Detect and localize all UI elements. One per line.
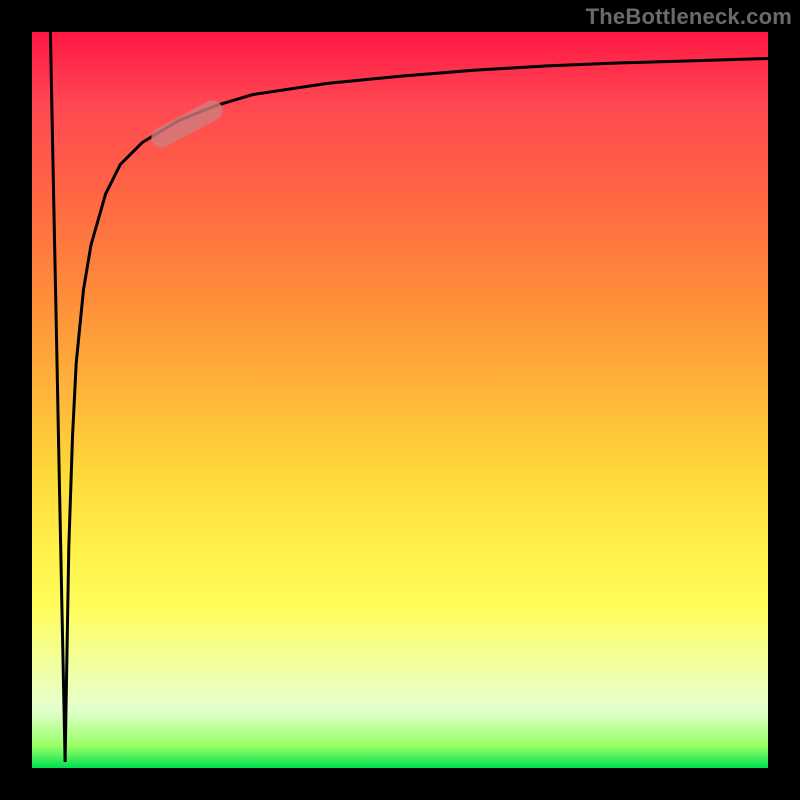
frame-right — [768, 0, 800, 800]
frame-bottom — [0, 768, 800, 800]
chart-stage: TheBottleneck.com — [0, 0, 800, 800]
watermark: TheBottleneck.com — [586, 4, 792, 30]
frame-left — [0, 0, 32, 800]
plot-area — [32, 32, 768, 768]
